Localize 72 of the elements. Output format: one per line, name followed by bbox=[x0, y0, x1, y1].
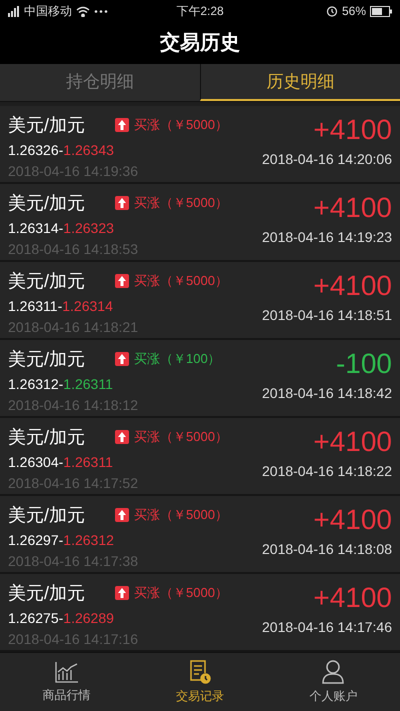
up-arrow-icon bbox=[115, 586, 129, 600]
open-price: 1.26297 bbox=[8, 532, 59, 548]
price-separator: - bbox=[58, 376, 64, 392]
open-price: 1.26314 bbox=[8, 220, 59, 236]
user-icon bbox=[322, 660, 344, 684]
profit-amount: +4100 bbox=[313, 113, 392, 147]
price-separator: - bbox=[58, 298, 62, 314]
open-price: 1.26304 bbox=[8, 454, 59, 470]
clock-time: 下午2:28 bbox=[175, 3, 225, 20]
open-price: 1.26311 bbox=[8, 298, 58, 314]
open-price: 1.26275 bbox=[8, 610, 59, 626]
profit-amount: -100 bbox=[336, 347, 392, 381]
alarm-icon bbox=[326, 5, 338, 17]
currency-pair: 美元/加元 bbox=[8, 270, 86, 292]
up-arrow-icon bbox=[115, 508, 129, 522]
close-price: 1.26312 bbox=[63, 532, 114, 548]
nav-tab[interactable]: 个人账户 bbox=[266, 653, 400, 711]
close-price: 1.26314 bbox=[62, 298, 113, 314]
open-price: 1.26312 bbox=[8, 376, 59, 392]
more-icon bbox=[94, 10, 108, 12]
price-separator: - bbox=[58, 610, 64, 626]
profit-amount: +4100 bbox=[313, 191, 392, 225]
up-arrow-icon bbox=[115, 196, 129, 210]
currency-pair: 美元/加元 bbox=[8, 582, 86, 604]
battery-icon bbox=[370, 6, 392, 16]
trade-direction: 买涨（￥5000） bbox=[134, 116, 228, 134]
carrier-name: 中国移动 bbox=[24, 3, 72, 20]
trade-direction: 买涨（￥5000） bbox=[134, 272, 228, 290]
profit-amount: +4100 bbox=[313, 581, 392, 615]
currency-pair: 美元/加元 bbox=[8, 426, 86, 448]
profit-amount: +4100 bbox=[313, 269, 392, 303]
close-time: 2018-04-16 14:19:23 bbox=[262, 228, 392, 247]
up-arrow-icon bbox=[115, 118, 129, 132]
signal-icon bbox=[8, 6, 20, 16]
open-price: 1.26326 bbox=[8, 142, 59, 158]
nav-tab[interactable]: 商品行情 bbox=[0, 653, 134, 711]
page-title: 交易历史 bbox=[160, 30, 240, 56]
price-separator: - bbox=[58, 532, 64, 548]
up-arrow-icon bbox=[115, 430, 129, 444]
nav-tab[interactable]: 交易记录 bbox=[133, 653, 267, 711]
close-price: 1.26311 bbox=[63, 376, 113, 392]
trade-direction: 买涨（￥5000） bbox=[134, 428, 228, 446]
close-price: 1.26343 bbox=[63, 142, 114, 158]
profit-amount: +4100 bbox=[313, 503, 392, 537]
close-time: 2018-04-16 14:18:51 bbox=[262, 306, 392, 325]
trade-direction: 买涨（￥100） bbox=[134, 350, 221, 368]
close-time: 2018-04-16 14:18:08 bbox=[262, 540, 392, 559]
close-price: 1.26323 bbox=[63, 220, 114, 236]
close-time: 2018-04-16 14:17:46 bbox=[262, 618, 392, 637]
document-clock-icon bbox=[188, 660, 211, 684]
price-separator: - bbox=[58, 454, 64, 470]
battery-percent: 56% bbox=[342, 3, 366, 20]
tab[interactable]: 历史明细 bbox=[200, 64, 400, 101]
close-time: 2018-04-16 14:20:06 bbox=[262, 150, 392, 169]
currency-pair: 美元/加元 bbox=[8, 192, 86, 214]
trade-direction: 买涨（￥5000） bbox=[134, 194, 228, 212]
wifi-icon bbox=[76, 6, 90, 16]
currency-pair: 美元/加元 bbox=[8, 348, 86, 370]
up-arrow-icon bbox=[115, 274, 129, 288]
trade-direction: 买涨（￥5000） bbox=[134, 584, 228, 602]
price-separator: - bbox=[58, 142, 64, 158]
close-price: 1.26311 bbox=[63, 454, 113, 470]
chart-icon bbox=[54, 660, 79, 682]
up-arrow-icon bbox=[115, 352, 129, 366]
profit-amount: +4100 bbox=[313, 425, 392, 459]
trade-direction: 买涨（￥5000） bbox=[134, 506, 228, 524]
currency-pair: 美元/加元 bbox=[8, 504, 86, 526]
close-price: 1.26289 bbox=[63, 610, 114, 626]
price-separator: - bbox=[58, 220, 64, 236]
close-time: 2018-04-16 14:18:42 bbox=[262, 384, 392, 403]
currency-pair: 美元/加元 bbox=[8, 114, 86, 136]
close-time: 2018-04-16 14:18:22 bbox=[262, 462, 392, 481]
